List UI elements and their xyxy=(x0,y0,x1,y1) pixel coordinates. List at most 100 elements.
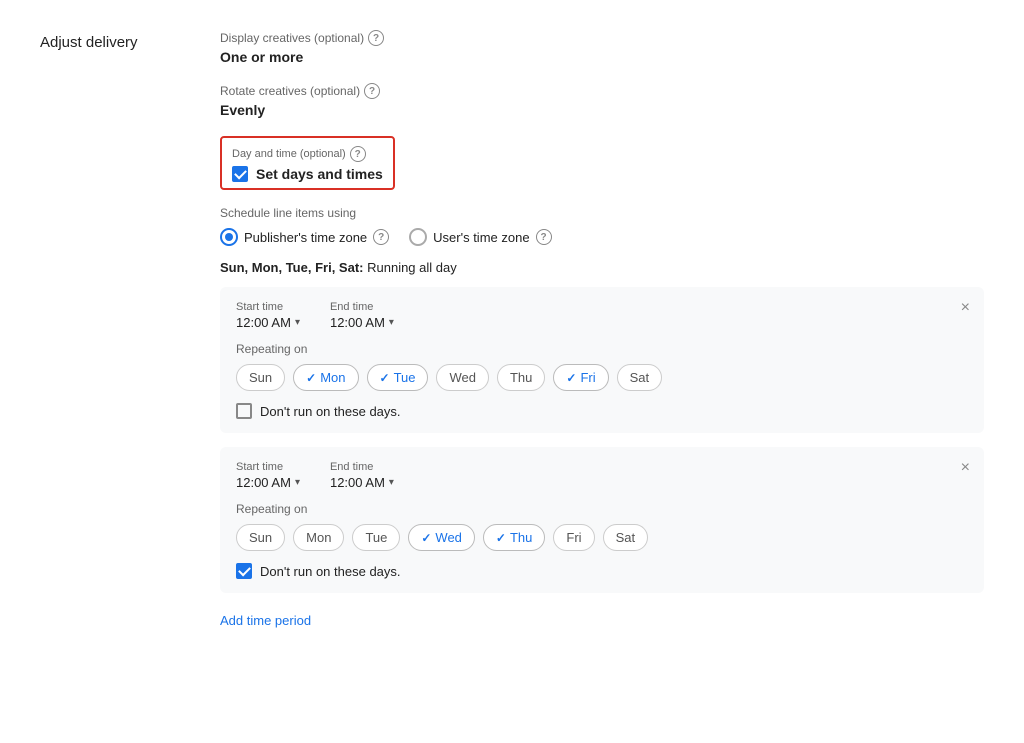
time-period-2: × Start time 12:00 AM ▾ End time 12:00 A… xyxy=(220,447,984,593)
start-time-field-1: Start time 12:00 AM ▾ xyxy=(236,301,300,330)
day-check-2-thu: ✓ xyxy=(496,531,506,545)
user-timezone-radio[interactable] xyxy=(409,228,427,246)
day-chip-2-thu[interactable]: ✓ Thu xyxy=(483,524,545,551)
repeating-label-2: Repeating on xyxy=(236,502,968,516)
end-time-arrow-1: ▾ xyxy=(389,317,394,328)
day-label-2-fri: Fri xyxy=(566,530,581,545)
display-creatives-help-icon[interactable]: ? xyxy=(368,30,384,46)
day-time-label: Day and time (optional) ? xyxy=(232,146,383,162)
day-chip-1-tue[interactable]: ✓ Tue xyxy=(367,364,429,391)
day-check-1-mon: ✓ xyxy=(306,371,316,385)
day-chip-2-tue[interactable]: Tue xyxy=(352,524,400,551)
display-creatives-label: Display creatives (optional) ? xyxy=(220,30,984,46)
repeating-label-1: Repeating on xyxy=(236,342,968,356)
start-time-label-2: Start time xyxy=(236,461,300,473)
start-time-selector-2[interactable]: 12:00 AM ▾ xyxy=(236,475,300,490)
rotate-creatives-help-icon[interactable]: ? xyxy=(364,83,380,99)
start-time-value-1: 12:00 AM xyxy=(236,315,291,330)
day-chip-1-mon[interactable]: ✓ Mon xyxy=(293,364,358,391)
dont-run-label-1: Don't run on these days. xyxy=(260,404,401,419)
rotate-creatives-label: Rotate creatives (optional) ? xyxy=(220,83,984,99)
day-label-2-thu: Thu xyxy=(510,530,532,545)
day-chip-2-sat[interactable]: Sat xyxy=(603,524,649,551)
day-chip-1-sat[interactable]: Sat xyxy=(617,364,663,391)
end-time-selector-2[interactable]: 12:00 AM ▾ xyxy=(330,475,394,490)
day-label-1-thu: Thu xyxy=(510,370,532,385)
rotate-creatives-section: Rotate creatives (optional) ? Evenly xyxy=(220,83,984,118)
day-label-1-fri: Fri xyxy=(580,370,595,385)
user-timezone-label: User's time zone xyxy=(433,230,529,245)
day-label-1-sat: Sat xyxy=(630,370,650,385)
schedule-section: Schedule line items using Publisher's ti… xyxy=(220,206,984,628)
schedule-using-label: Schedule line items using xyxy=(220,206,984,220)
dont-run-checkbox-2[interactable] xyxy=(236,563,252,579)
day-check-1-fri: ✓ xyxy=(566,371,576,385)
user-timezone-help-icon[interactable]: ? xyxy=(536,229,552,245)
dont-run-row-1: Don't run on these days. xyxy=(236,403,968,419)
start-time-arrow-1: ▾ xyxy=(295,317,300,328)
day-chip-2-wed[interactable]: ✓ Wed xyxy=(408,524,475,551)
day-label-2-sun: Sun xyxy=(249,530,272,545)
dont-run-row-2: Don't run on these days. xyxy=(236,563,968,579)
start-time-value-2: 12:00 AM xyxy=(236,475,291,490)
publisher-timezone-option[interactable]: Publisher's time zone ? xyxy=(220,228,389,246)
day-label-2-mon: Mon xyxy=(306,530,331,545)
day-chip-2-sun[interactable]: Sun xyxy=(236,524,285,551)
day-label-2-sat: Sat xyxy=(616,530,636,545)
end-time-selector-1[interactable]: 12:00 AM ▾ xyxy=(330,315,394,330)
end-time-field-2: End time 12:00 AM ▾ xyxy=(330,461,394,490)
day-label-2-wed: Wed xyxy=(435,530,462,545)
day-chip-1-thu[interactable]: Thu xyxy=(497,364,545,391)
days-row-2: Sun Mon Tue ✓ Wed xyxy=(236,524,968,551)
end-time-value-1: 12:00 AM xyxy=(330,315,385,330)
publisher-timezone-help-icon[interactable]: ? xyxy=(373,229,389,245)
start-time-selector-1[interactable]: 12:00 AM ▾ xyxy=(236,315,300,330)
add-time-period-button[interactable]: Add time period xyxy=(220,613,311,628)
day-chip-2-fri[interactable]: Fri xyxy=(553,524,594,551)
days-row-1: Sun ✓ Mon ✓ Tue Wed xyxy=(236,364,968,391)
start-time-arrow-2: ▾ xyxy=(295,477,300,488)
start-time-label-1: Start time xyxy=(236,301,300,313)
day-label-1-mon: Mon xyxy=(320,370,345,385)
publisher-timezone-label: Publisher's time zone xyxy=(244,230,367,245)
set-days-times-label: Set days and times xyxy=(256,166,383,182)
day-label-1-sun: Sun xyxy=(249,370,272,385)
end-time-field-1: End time 12:00 AM ▾ xyxy=(330,301,394,330)
end-time-arrow-2: ▾ xyxy=(389,477,394,488)
user-timezone-option[interactable]: User's time zone ? xyxy=(409,228,551,246)
close-period-2-button[interactable]: × xyxy=(961,459,970,477)
day-chip-2-mon[interactable]: Mon xyxy=(293,524,344,551)
display-creatives-value: One or more xyxy=(220,49,984,65)
end-time-value-2: 12:00 AM xyxy=(330,475,385,490)
section-title: Adjust delivery xyxy=(40,30,180,628)
display-creatives-section: Display creatives (optional) ? One or mo… xyxy=(220,30,984,65)
summary-days: Sun, Mon, Tue, Fri, Sat: xyxy=(220,260,363,275)
end-time-label-1: End time xyxy=(330,301,394,313)
schedule-summary: Sun, Mon, Tue, Fri, Sat: Running all day xyxy=(220,260,984,275)
day-chip-1-sun[interactable]: Sun xyxy=(236,364,285,391)
day-time-box: Day and time (optional) ? Set days and t… xyxy=(220,136,395,190)
set-days-times-checkbox[interactable] xyxy=(232,166,248,182)
day-label-1-wed: Wed xyxy=(449,370,476,385)
day-time-help-icon[interactable]: ? xyxy=(350,146,366,162)
timezone-radio-row: Publisher's time zone ? User's time zone… xyxy=(220,228,984,246)
right-content: Display creatives (optional) ? One or mo… xyxy=(220,30,984,628)
day-chip-1-wed[interactable]: Wed xyxy=(436,364,489,391)
day-chip-1-fri[interactable]: ✓ Fri xyxy=(553,364,608,391)
day-label-2-tue: Tue xyxy=(365,530,387,545)
end-time-label-2: End time xyxy=(330,461,394,473)
day-label-1-tue: Tue xyxy=(394,370,416,385)
time-row-2: Start time 12:00 AM ▾ End time 12:00 AM … xyxy=(236,461,968,490)
close-period-1-button[interactable]: × xyxy=(961,299,970,317)
dont-run-checkbox-1[interactable] xyxy=(236,403,252,419)
day-check-1-tue: ✓ xyxy=(380,371,390,385)
start-time-field-2: Start time 12:00 AM ▾ xyxy=(236,461,300,490)
summary-running: Running all day xyxy=(367,260,457,275)
rotate-creatives-value: Evenly xyxy=(220,102,984,118)
dont-run-label-2: Don't run on these days. xyxy=(260,564,401,579)
set-days-times-row: Set days and times xyxy=(232,166,383,182)
day-check-2-wed: ✓ xyxy=(421,531,431,545)
publisher-timezone-radio[interactable] xyxy=(220,228,238,246)
time-period-1: × Start time 12:00 AM ▾ End time 12:00 A… xyxy=(220,287,984,433)
time-row-1: Start time 12:00 AM ▾ End time 12:00 AM … xyxy=(236,301,968,330)
